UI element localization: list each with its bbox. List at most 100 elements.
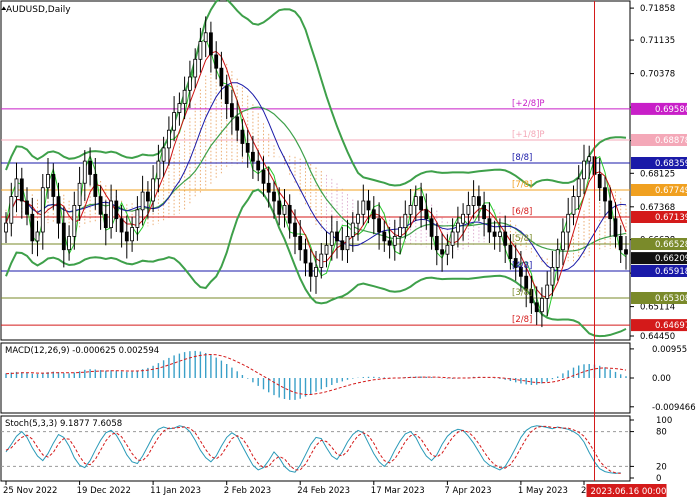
- candle-body: [198, 41, 203, 60]
- candle-body: [361, 200, 366, 215]
- candle-body: [130, 227, 135, 242]
- price-tick-label: 0.71135: [640, 36, 675, 46]
- candle-body: [156, 160, 161, 180]
- candle-body: [109, 200, 113, 229]
- candle-body: [256, 160, 261, 171]
- time-tick-label: 7 Apr 2023: [444, 486, 491, 496]
- murrey-level-label: [6/8]: [512, 207, 532, 217]
- candle-body: [335, 231, 339, 242]
- candle-body: [319, 253, 324, 268]
- candle-body: [266, 182, 271, 193]
- macd-tick-label: 0.00: [652, 374, 671, 384]
- candle-body: [46, 173, 50, 189]
- candle-body: [277, 200, 282, 215]
- candle-body: [219, 67, 224, 87]
- crosshair-time-text: 2023.06.16 00:00: [591, 487, 667, 497]
- price-badge-text: 0.69580: [655, 105, 690, 115]
- candle-body: [214, 54, 219, 69]
- macd-panel: 0.00955 0.00 -0.009466 MACD(12,26,9) -0.00…: [0, 342, 696, 414]
- candle-body: [14, 178, 19, 197]
- murrey-level-label: [3/8]: [512, 288, 532, 298]
- candle-body: [366, 200, 371, 211]
- candle-body: [392, 235, 397, 246]
- candle-body: [182, 89, 187, 105]
- candle-body: [618, 235, 623, 251]
- murrey-level-label: [+2/8]P: [512, 99, 545, 109]
- price-badge-text: 0.65308: [655, 294, 690, 304]
- candle-body: [293, 222, 297, 237]
- candle-body: [314, 266, 318, 277]
- time-tick-label: 2 Feb 2023: [224, 486, 272, 496]
- candle-body: [445, 244, 450, 255]
- candle-body: [508, 244, 513, 260]
- candle-body: [534, 302, 539, 313]
- time-tick-label: 24 Feb 2023: [297, 486, 350, 496]
- candle-body: [203, 32, 208, 43]
- candle-body: [555, 249, 560, 268]
- candle-body: [88, 160, 92, 175]
- macd-tick-label: 0.00955: [652, 345, 687, 355]
- murrey-level-label: [8/8]: [512, 153, 532, 163]
- candle-body: [135, 209, 140, 228]
- current-price-text: 0.66209: [655, 254, 690, 264]
- price-axis-badges: 0.69580 0.68878 0.68359 0.67749 0.67139 0.665…: [631, 102, 690, 332]
- candle-body: [30, 213, 35, 242]
- candle-body: [408, 204, 413, 215]
- time-tick-label: 11 Jan 2023: [150, 486, 201, 496]
- murrey-level-label: [2/8]: [512, 315, 532, 325]
- candle-body: [440, 249, 445, 255]
- candle-body: [82, 160, 87, 184]
- candle-body: [597, 173, 602, 189]
- candle-body: [455, 222, 460, 233]
- candle-body: [166, 129, 171, 149]
- candle-body: [224, 85, 229, 105]
- candle-body: [429, 218, 434, 237]
- candle-body: [387, 240, 392, 246]
- price-badge-text: 0.67139: [655, 213, 690, 223]
- candle-body: [308, 262, 313, 277]
- candle-body: [25, 200, 29, 215]
- candle-body: [119, 218, 124, 233]
- stochastic-tick-label: 100: [656, 416, 672, 426]
- price-badge-text: 0.66528: [655, 240, 690, 250]
- candle-body: [419, 196, 424, 211]
- candle-body: [571, 196, 576, 215]
- candle-body: [345, 235, 350, 251]
- candle-body: [4, 222, 8, 233]
- candle-body: [145, 191, 150, 202]
- trading-chart: [+2/8]P [+1/8]P [8/8] [7/8] [6/8] [5/8] [4/8] […: [0, 0, 700, 500]
- candle-body: [303, 249, 308, 264]
- candle-body: [545, 284, 550, 299]
- macd-title: MACD(12,26,9) -0.000625 0.002594: [5, 346, 159, 356]
- candle-body: [587, 156, 592, 162]
- candle-body: [434, 235, 439, 251]
- candle-body: [450, 231, 455, 246]
- candle-body: [340, 240, 345, 251]
- candle-body: [566, 213, 571, 233]
- price-badge-text: 0.68359: [655, 159, 690, 169]
- stochastic-tick-label: 20: [656, 462, 667, 472]
- candle-body: [582, 160, 586, 180]
- candle-body: [77, 182, 82, 206]
- candle-body: [471, 196, 476, 206]
- candle-body: [229, 103, 234, 118]
- candle-body: [245, 142, 250, 153]
- candle-body: [187, 76, 192, 91]
- price-tick-label: 0.68125: [640, 169, 675, 179]
- stochastic-panel: 100 80 20 0 Stoch(5,3,3) 9.1877 7.6058: [0, 415, 672, 484]
- time-tick-label: 25 Nov 2022: [3, 486, 57, 496]
- candle-body: [576, 178, 581, 197]
- candle-body: [403, 213, 408, 229]
- candle-body: [72, 204, 77, 237]
- time-tick-label: 17 Mar 2023: [371, 486, 425, 496]
- price-tick-label: 0.64450: [640, 332, 675, 342]
- candle-body: [140, 191, 145, 211]
- candle-body: [608, 200, 613, 220]
- candle-body: [51, 173, 56, 197]
- candle-body: [177, 103, 182, 113]
- price-badge-text: 0.65918: [655, 267, 690, 277]
- macd-tick-label: -0.009466: [652, 403, 696, 413]
- candle-body: [19, 178, 24, 202]
- price-badge-text: 0.64697: [655, 321, 690, 331]
- murrey-level-label: [7/8]: [512, 180, 532, 190]
